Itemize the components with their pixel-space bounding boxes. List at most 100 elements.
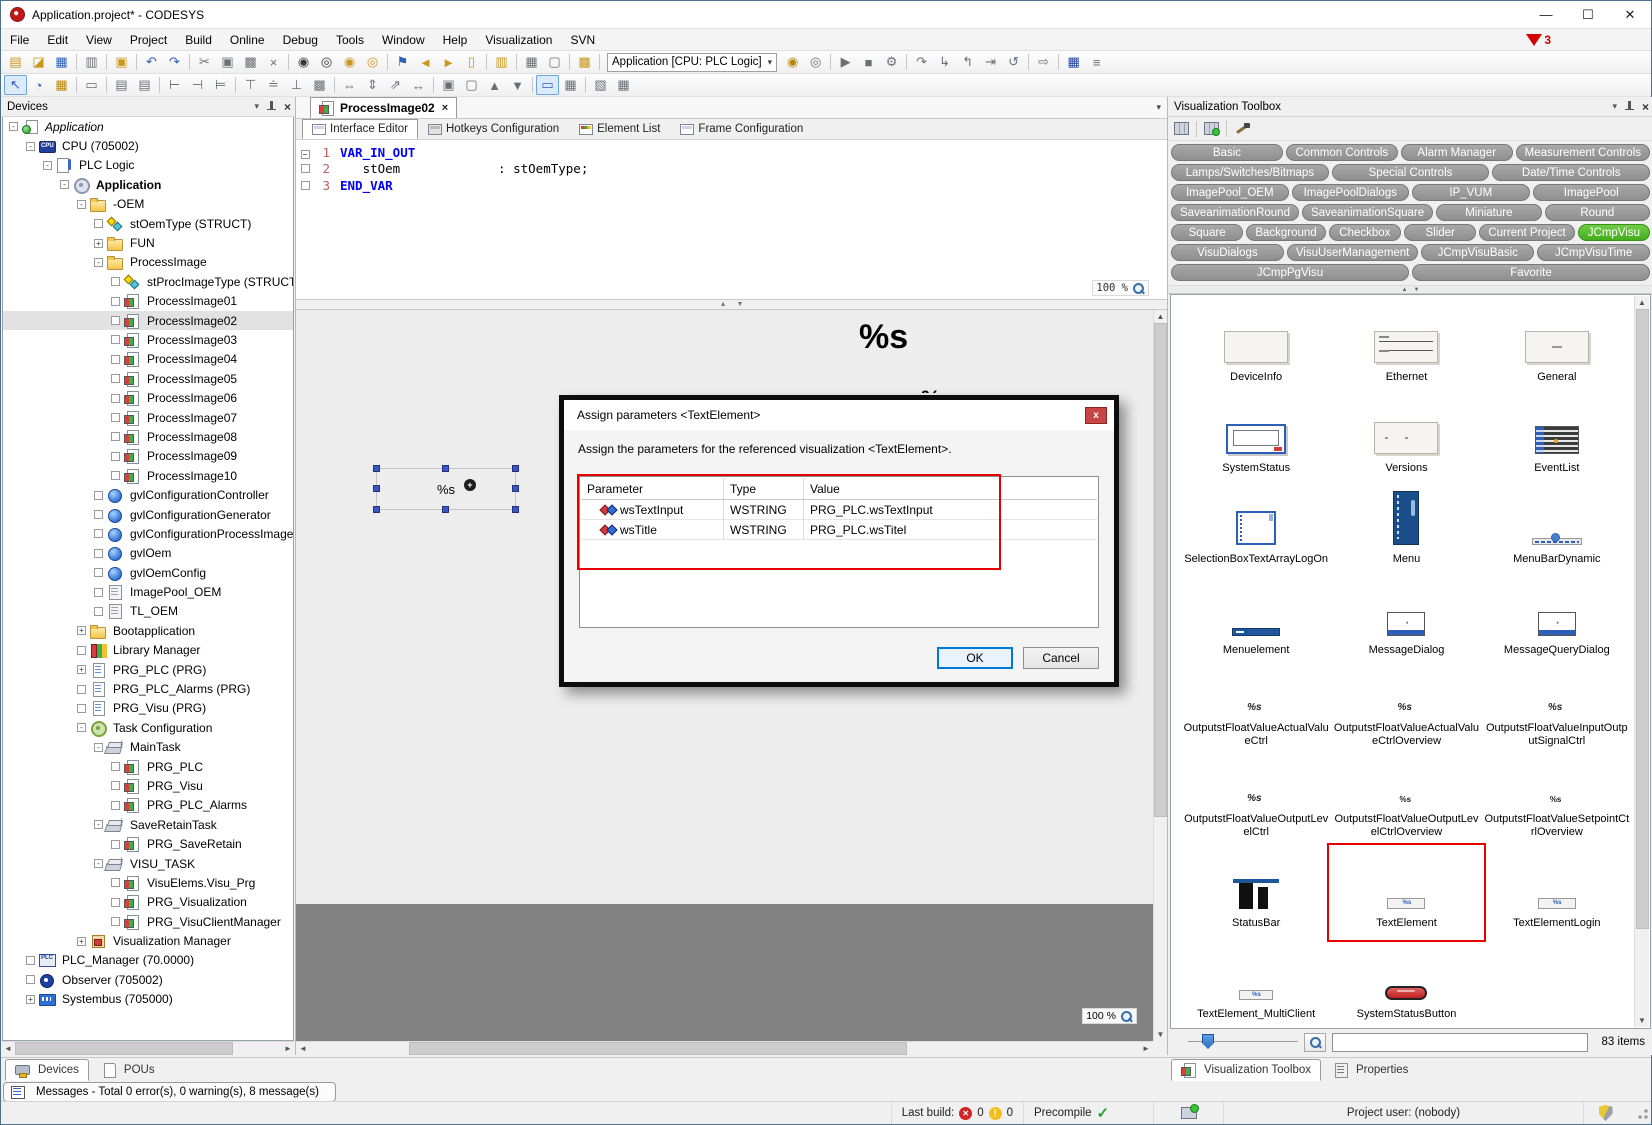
background-icon[interactable]: ▧ [589, 75, 612, 95]
tree-expander[interactable] [111, 878, 120, 887]
cancel-button[interactable]: Cancel [1023, 647, 1099, 669]
category-button[interactable]: Alarm Manager [1401, 144, 1513, 161]
sep[interactable] [1025, 52, 1032, 72]
toolbox-item[interactable]: MessageDialog [1331, 574, 1481, 665]
tree-item[interactable]: - -OEM [3, 195, 293, 214]
group-icon[interactable]: ▣ [437, 75, 460, 95]
code-zoom-control[interactable]: 100 % [1092, 280, 1149, 296]
tree-item[interactable]: PLC_Manager (70.0000) [3, 951, 293, 970]
step-into-icon[interactable]: ↳ [933, 52, 956, 72]
tree-expander[interactable] [111, 898, 120, 907]
favorites-view-icon[interactable] [1204, 122, 1219, 135]
toolbox-item[interactable]: DeviceInfo [1181, 301, 1331, 392]
selected-text-element[interactable]: %s + [376, 468, 516, 510]
active-application-combo[interactable]: Application [CPU: PLC Logic] ▾ [607, 53, 777, 72]
panel-close-icon[interactable]: × [284, 100, 291, 114]
sep[interactable] [529, 75, 536, 95]
tree-expander[interactable] [111, 801, 120, 810]
sep[interactable] [186, 52, 193, 72]
tree-item[interactable]: ProcessImage07 [3, 408, 293, 427]
tab-list-dropdown-icon[interactable]: ▾ [1156, 102, 1161, 113]
step-out-icon[interactable]: ↰ [956, 52, 979, 72]
editor-subtab[interactable]: Interface Editor [302, 119, 418, 139]
same-height-icon[interactable]: ⇕ [361, 75, 384, 95]
send-back-icon[interactable]: ▼ [506, 75, 529, 95]
dock-tab[interactable]: Properties [1323, 1059, 1418, 1081]
tree-expander[interactable] [26, 975, 35, 984]
scroll-down-icon[interactable]: ▼ [1154, 1028, 1168, 1041]
tree-item[interactable]: + Bootapplication [3, 621, 293, 640]
menu-item[interactable]: Tools [327, 30, 373, 50]
tree-item[interactable]: + FUN [3, 233, 293, 252]
tree-expander[interactable]: + [77, 937, 86, 946]
category-button[interactable]: JCmpVisuTime [1537, 244, 1650, 261]
editor-subtab[interactable]: Frame Configuration [670, 119, 813, 139]
tree-expander[interactable]: - [94, 859, 103, 868]
selection-handle[interactable] [373, 506, 380, 513]
sep[interactable] [133, 52, 140, 72]
tree-item[interactable]: stProcImageType (STRUCT) [3, 272, 293, 291]
menu-item[interactable]: Visualization [476, 30, 561, 50]
editor-splitter[interactable]: ▲▼ [296, 300, 1167, 310]
tree-item[interactable]: PRG_SaveRetain [3, 834, 293, 853]
menu-item[interactable]: Debug [274, 30, 327, 50]
tree-expander[interactable] [111, 335, 120, 344]
flow-control-icon[interactable]: ▦ [1062, 52, 1085, 72]
toolbox-item[interactable]: OutputstFloatValueInputOutputSignalCtrl [1482, 665, 1632, 756]
parameter-value[interactable]: PRG_PLC.wsTitel [804, 520, 1097, 539]
print-icon[interactable]: ▥ [80, 52, 103, 72]
sep[interactable] [103, 75, 110, 95]
parameter-value[interactable]: PRG_PLC.wsTextInput [804, 500, 1097, 519]
tree-item[interactable]: + PRG_PLC (PRG) [3, 660, 293, 679]
bookmark-toggle-icon[interactable]: ⚑ [391, 52, 414, 72]
category-button[interactable]: SaveanimationSquare [1302, 204, 1433, 221]
toolbox-item[interactable]: SelectionBoxTextArrayLogOn [1181, 483, 1331, 574]
dialog-title-bar[interactable]: Assign parameters <TextElement> x [564, 400, 1114, 430]
panel-close-icon[interactable]: × [1642, 100, 1649, 114]
build-icon[interactable]: ⚙ [880, 52, 903, 72]
new-project-icon[interactable]: ▤ [4, 52, 27, 72]
fold-marker[interactable] [301, 164, 310, 173]
tree-expander[interactable] [111, 432, 120, 441]
sep[interactable] [156, 75, 163, 95]
align-top-icon[interactable]: ⊤ [239, 75, 262, 95]
stamp-frame-icon[interactable]: ▤ [133, 75, 156, 95]
tree-expander[interactable]: - [77, 200, 86, 209]
category-button[interactable]: Checkbox [1329, 224, 1401, 241]
panel-menu-icon[interactable]: ▾ [254, 101, 259, 112]
tree-expander[interactable] [94, 549, 103, 558]
align-left-icon[interactable]: ⊢ [163, 75, 186, 95]
run-to-cursor-icon[interactable]: ⇥ [979, 52, 1002, 72]
security-status[interactable] [1583, 1102, 1627, 1124]
selection-handle[interactable] [373, 465, 380, 472]
tree-expander[interactable] [111, 840, 120, 849]
tab-close-icon[interactable]: × [440, 102, 448, 114]
sep[interactable] [827, 52, 834, 72]
panel-menu-icon[interactable]: ▾ [1612, 101, 1617, 112]
tree-item[interactable]: TL_OEM [3, 602, 293, 621]
order-icon[interactable]: ▩ [308, 75, 331, 95]
tree-expander[interactable] [111, 277, 120, 286]
toolbox-item[interactable]: Versions [1331, 392, 1481, 483]
align-bottom-icon[interactable]: ⊥ [285, 75, 308, 95]
tree-expander[interactable]: + [94, 239, 103, 248]
sep[interactable] [73, 75, 80, 95]
tree-item[interactable]: ProcessImage08 [3, 427, 293, 446]
pin-icon[interactable] [1625, 101, 1634, 113]
close-button[interactable]: ✕ [1609, 1, 1651, 28]
tree-item[interactable]: gvlConfigurationGenerator [3, 505, 293, 524]
icon-size-slider[interactable] [1188, 1034, 1298, 1050]
selection-handle[interactable] [512, 485, 519, 492]
sep[interactable] [73, 52, 80, 72]
toolbox-item[interactable]: MessageQueryDialog [1482, 574, 1632, 665]
tree-expander[interactable]: - [94, 820, 103, 829]
sep[interactable] [430, 75, 437, 95]
find-icon[interactable]: ◉ [292, 52, 315, 72]
tree-expander[interactable] [111, 374, 120, 383]
multiply-element-icon[interactable]: ▦ [559, 75, 582, 95]
category-button[interactable]: VisuDialogs [1171, 244, 1284, 261]
scroll-up-icon[interactable]: ▲ [1635, 296, 1649, 309]
menu-item[interactable]: SVN [561, 30, 604, 50]
parameter-row[interactable]: wsTitle WSTRING PRG_PLC.wsTitel [581, 520, 1097, 540]
toolbox-item[interactable]: General [1482, 301, 1632, 392]
